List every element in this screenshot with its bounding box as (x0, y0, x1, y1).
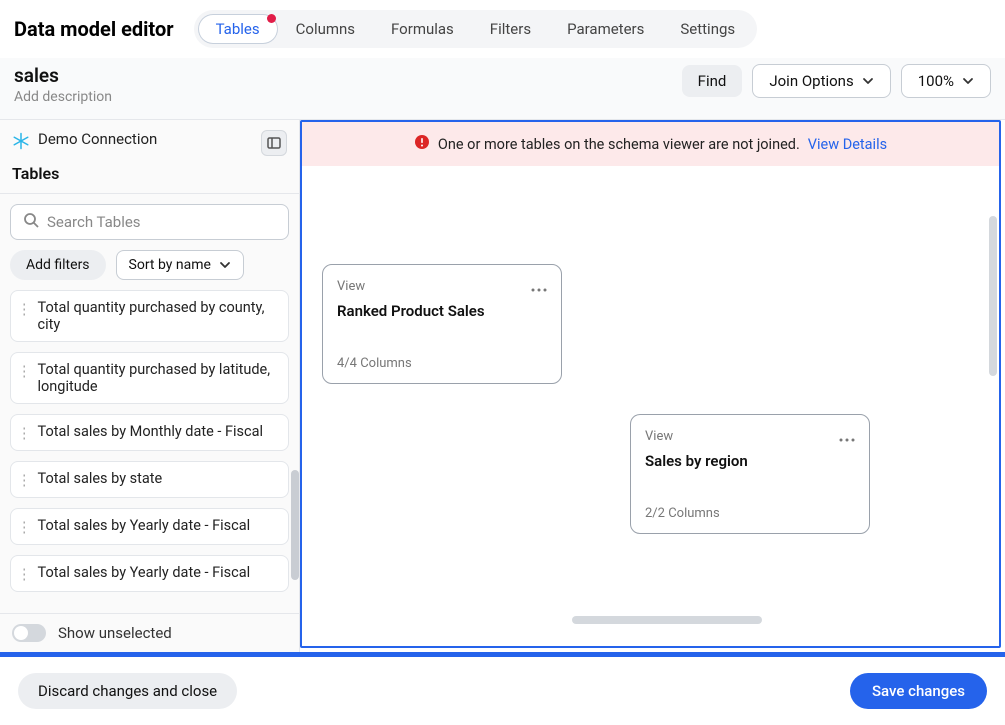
table-item[interactable]: ⋮ Total quantity purchased by latitude, … (10, 352, 289, 404)
connection-name: Demo Connection (38, 130, 157, 148)
drag-handle-icon[interactable]: ⋮ (17, 472, 32, 489)
scrollbar[interactable] (291, 470, 299, 580)
table-item[interactable]: ⋮ Total sales by Yearly date - Fiscal (10, 508, 289, 545)
model-name[interactable]: sales (14, 64, 112, 87)
find-button[interactable]: Find (682, 65, 743, 97)
node-columns-count: 4/4 Columns (337, 356, 547, 371)
chevron-down-icon (862, 75, 874, 87)
zoom-button[interactable]: 100% (901, 64, 991, 98)
show-unselected-toggle[interactable] (12, 624, 46, 642)
panel-toggle-button[interactable] (261, 130, 287, 156)
tables-heading: Tables (0, 160, 299, 194)
sidebar: Demo Connection Tables (0, 120, 300, 652)
tab-filters[interactable]: Filters (472, 14, 549, 44)
tab-group: Tables Columns Formulas Filters Paramete… (194, 10, 758, 48)
save-button[interactable]: Save changes (850, 673, 987, 709)
unsaved-dot-icon (267, 14, 276, 23)
chevron-down-icon (962, 75, 974, 87)
join-options-button[interactable]: Join Options (752, 64, 890, 98)
schema-canvas[interactable]: One or more tables on the schema viewer … (300, 120, 1001, 648)
search-box[interactable] (10, 204, 289, 240)
add-filters-button[interactable]: Add filters (10, 250, 106, 280)
horizontal-scrollbar[interactable] (572, 616, 762, 624)
table-item[interactable]: ⋮ Total sales by Monthly date - Fiscal (10, 414, 289, 451)
table-item-label: Total sales by Monthly date - Fiscal (38, 423, 264, 440)
node-title: Ranked Product Sales (337, 302, 547, 320)
sort-button[interactable]: Sort by name (116, 250, 244, 280)
zoom-label: 100% (918, 72, 954, 90)
table-item[interactable]: ⋮ Total sales by Yearly date - Fiscal (10, 555, 289, 592)
join-options-label: Join Options (769, 72, 853, 90)
table-item[interactable]: ⋮ Total quantity purchased by county, ci… (10, 290, 289, 342)
search-input[interactable] (47, 213, 276, 231)
warning-view-details-link[interactable]: View Details (808, 136, 887, 153)
node-columns-count: 2/2 Columns (645, 506, 855, 521)
warning-banner: One or more tables on the schema viewer … (302, 122, 999, 166)
tab-tables[interactable]: Tables (198, 14, 278, 44)
table-item-label: Total sales by Yearly date - Fiscal (38, 564, 251, 581)
node-type-label: View (337, 279, 365, 294)
warning-text: One or more tables on the schema viewer … (438, 136, 800, 153)
table-item-label: Total sales by Yearly date - Fiscal (38, 517, 251, 534)
table-item[interactable]: ⋮ Total sales by state (10, 461, 289, 498)
tab-columns[interactable]: Columns (278, 14, 373, 44)
show-unselected-label: Show unselected (58, 624, 172, 642)
chevron-down-icon (219, 259, 231, 271)
node-type-label: View (645, 429, 673, 444)
table-item-label: Total quantity purchased by county, city (38, 299, 279, 333)
schema-node[interactable]: View Sales by region 2/2 Columns (630, 414, 870, 534)
drag-handle-icon[interactable]: ⋮ (17, 301, 32, 318)
schema-node[interactable]: View Ranked Product Sales 4/4 Columns (322, 264, 562, 384)
discard-button[interactable]: Discard changes and close (18, 673, 237, 709)
node-menu-button[interactable] (839, 427, 855, 446)
tab-tables-label: Tables (216, 20, 260, 38)
vertical-scrollbar[interactable] (989, 216, 997, 376)
tab-settings[interactable]: Settings (662, 14, 753, 44)
table-item-label: Total quantity purchased by latitude, lo… (38, 361, 279, 395)
page-title: Data model editor (14, 17, 174, 41)
table-item-label: Total sales by state (38, 470, 163, 487)
table-list: ⋮ Total quantity purchased by county, ci… (0, 290, 299, 613)
node-menu-button[interactable] (531, 277, 547, 296)
node-title: Sales by region (645, 452, 855, 470)
snowflake-icon (12, 132, 30, 154)
model-description[interactable]: Add description (14, 89, 112, 105)
drag-handle-icon[interactable]: ⋮ (17, 519, 32, 536)
drag-handle-icon[interactable]: ⋮ (17, 425, 32, 442)
search-icon (23, 212, 39, 232)
drag-handle-icon[interactable]: ⋮ (17, 363, 32, 380)
tab-parameters[interactable]: Parameters (549, 14, 662, 44)
tab-formulas[interactable]: Formulas (373, 14, 472, 44)
warning-icon (414, 134, 430, 154)
sort-label: Sort by name (129, 257, 211, 273)
drag-handle-icon[interactable]: ⋮ (17, 566, 32, 583)
